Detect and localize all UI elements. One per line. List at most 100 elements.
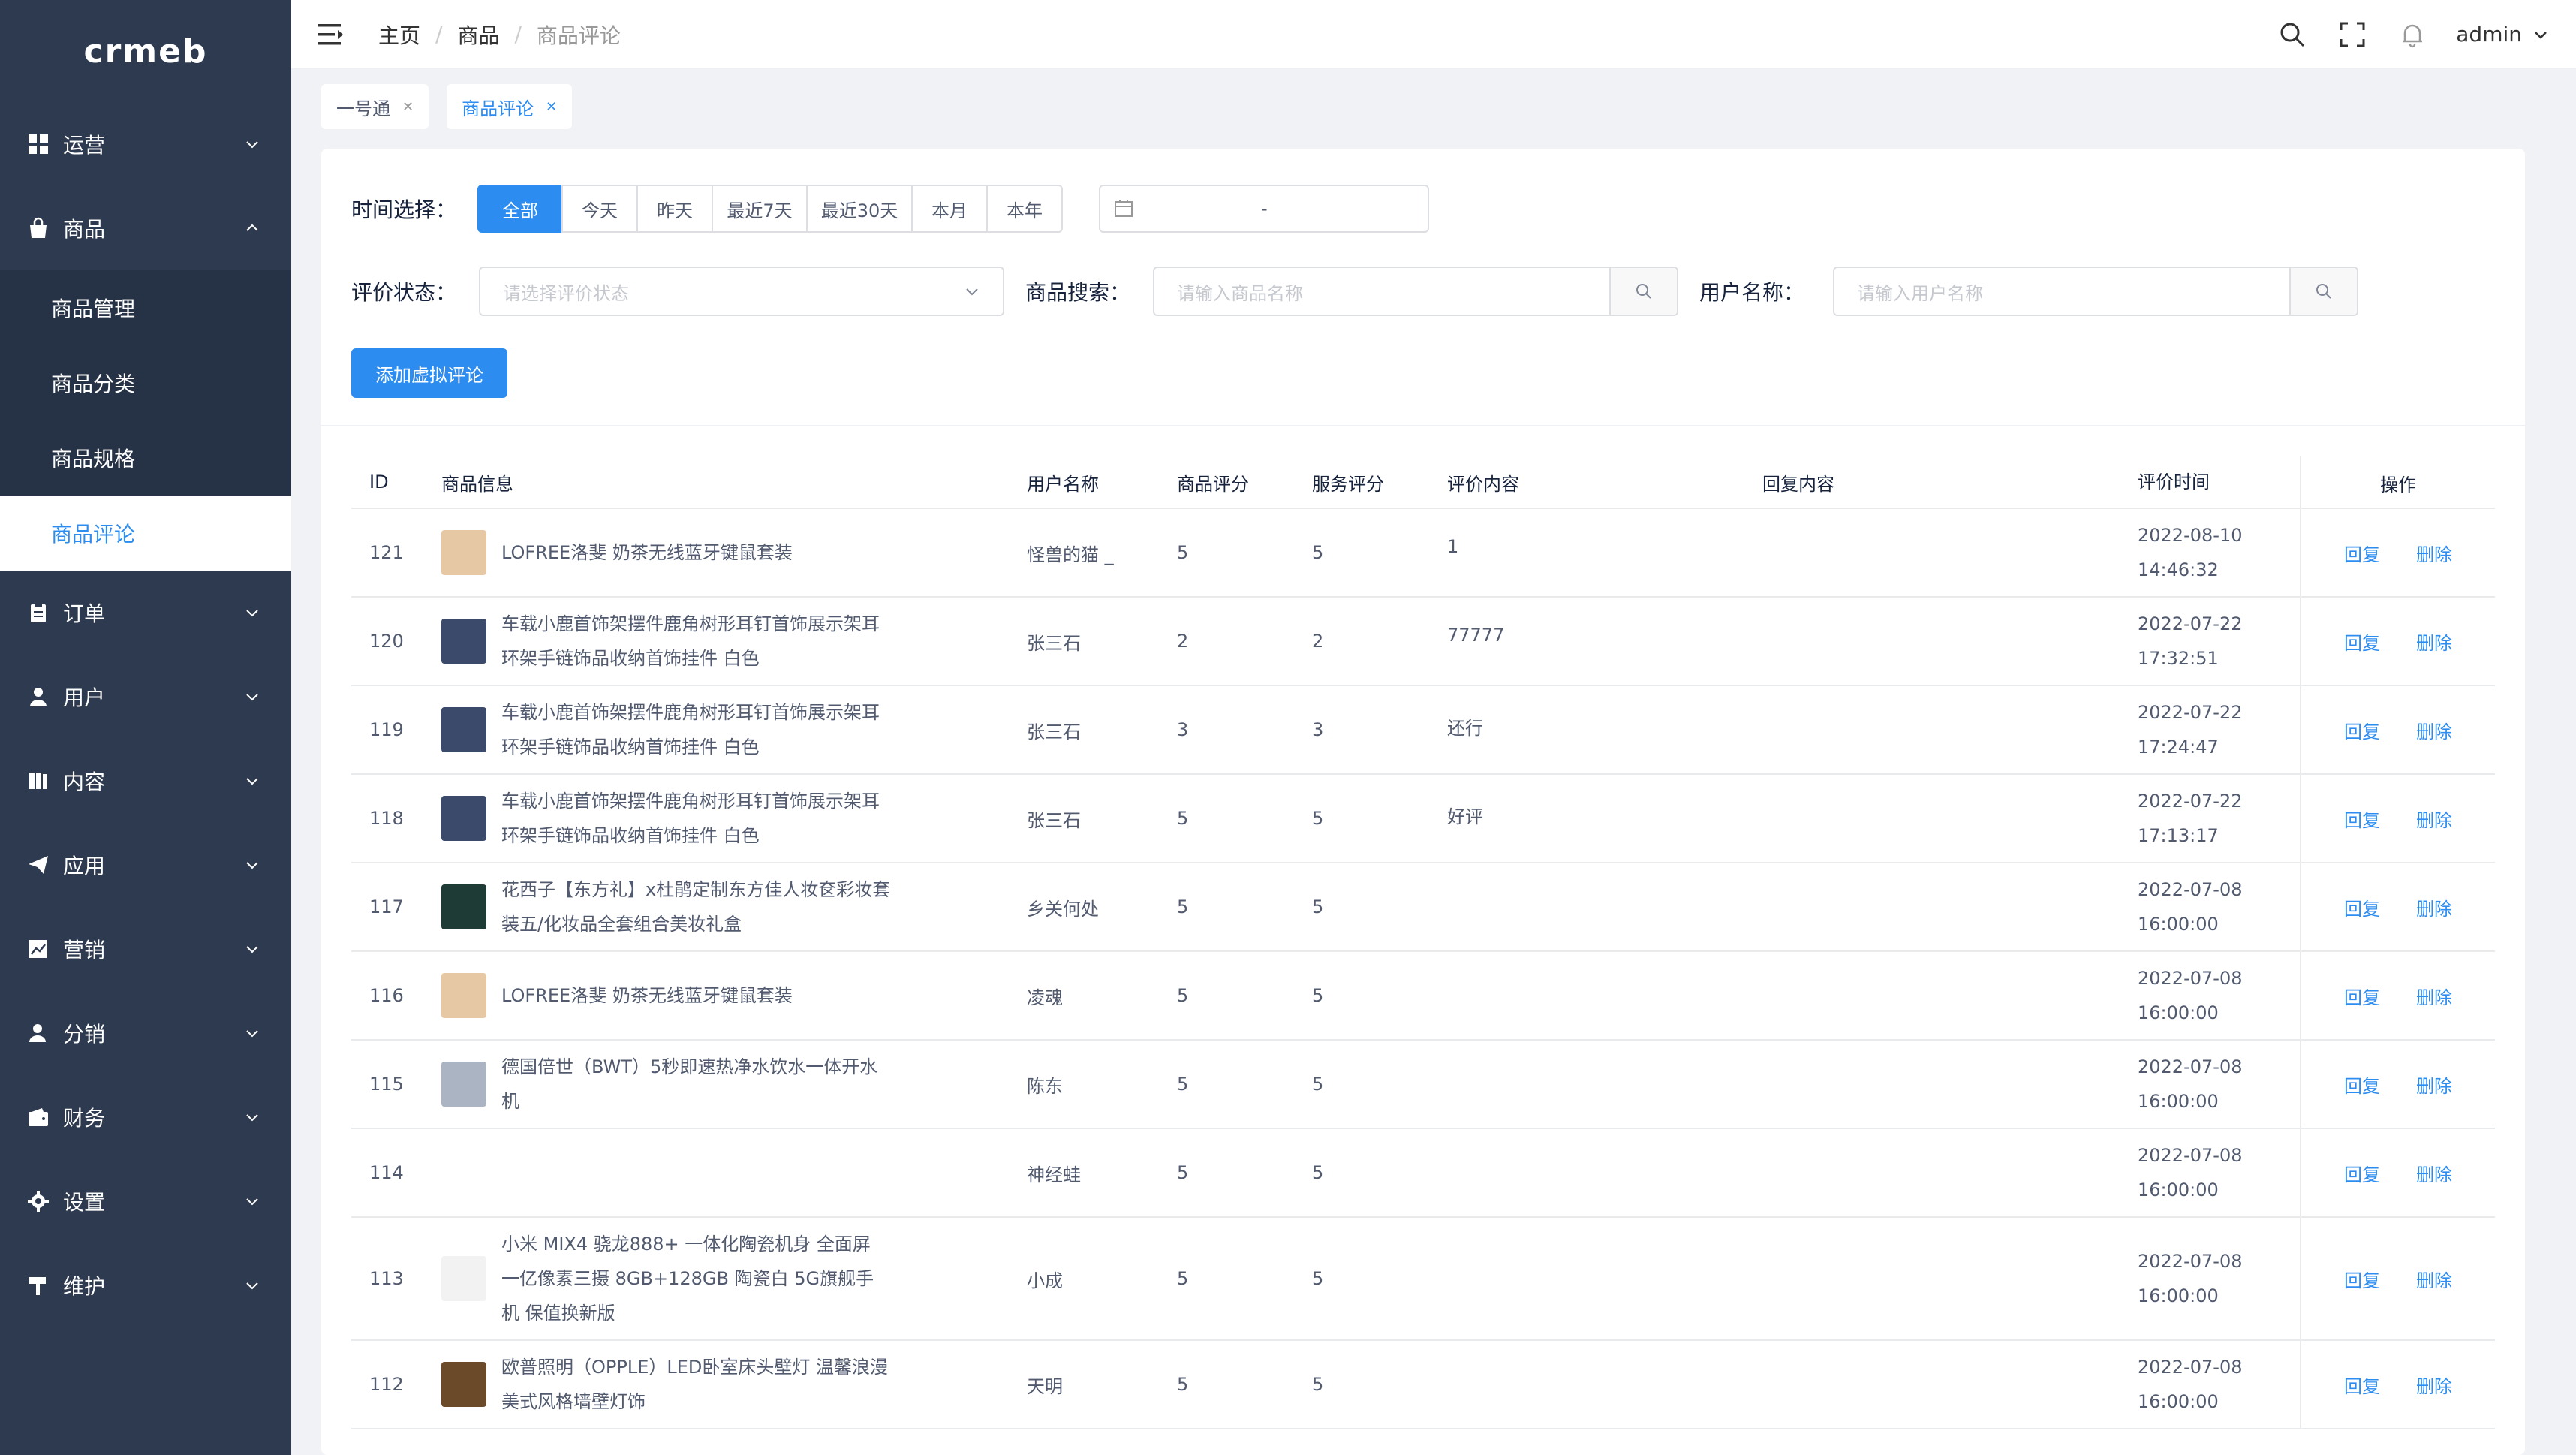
sidebar-menu: 运营 商品 商品管理 商品分类 商品规格 商品评论 订单 用户 内容 应用 营销分销财务设置维护: [0, 102, 291, 1327]
sidebar-item[interactable]: 内容: [0, 739, 291, 823]
time-radio-group: 全部 今天 昨天 最近7天 最近30天 本月 本年: [477, 185, 1064, 233]
table-row: 120 车载小鹿首饰架摆件鹿角树形耳钉首饰展示架耳环架手链饰品收纳首饰挂件 白色 张…: [351, 598, 2495, 686]
time-option[interactable]: 本年: [986, 185, 1064, 233]
sidebar-item[interactable]: 营销: [0, 907, 291, 991]
user-menu[interactable]: admin: [2456, 22, 2549, 47]
grid-icon: [29, 134, 48, 154]
reply-button[interactable]: 回复: [2344, 628, 2380, 655]
sidebar-item[interactable]: 商品: [0, 186, 291, 270]
product-search-input[interactable]: 请输入商品名称: [1153, 267, 1679, 316]
product-thumbnail[interactable]: [441, 1062, 486, 1107]
username-search-button[interactable]: [2289, 268, 2358, 315]
product-name: LOFREE洛斐 奶茶无线蓝牙键鼠套装: [501, 985, 793, 1006]
reply-button[interactable]: 回复: [2344, 983, 2380, 1009]
sidebar-item-label: 分销: [63, 1022, 106, 1047]
product-search-button[interactable]: [1609, 268, 1678, 315]
username-placeholder: 请输入用户名称: [1857, 282, 1984, 304]
time-option[interactable]: 昨天: [636, 185, 714, 233]
sidebar-item[interactable]: 订单: [0, 571, 291, 655]
delete-button[interactable]: 删除: [2416, 1372, 2452, 1398]
bell-icon[interactable]: [2399, 21, 2426, 48]
breadcrumb-product[interactable]: 商品: [457, 20, 499, 50]
username-search-input[interactable]: 请输入用户名称: [1833, 267, 2359, 316]
sidebar-item[interactable]: 维护: [0, 1243, 291, 1327]
reply-button[interactable]: 回复: [2344, 806, 2380, 832]
table-row: 113 小米 MIX4 骁龙888+ 一体化陶瓷机身 全面屏 一亿像素三摄 8GB…: [351, 1218, 2495, 1341]
tag-yihaotong[interactable]: 一号通 ✕: [321, 84, 429, 129]
add-virtual-comment-button[interactable]: 添加虚拟评论: [351, 348, 507, 398]
cell-user: 怪兽的猫 _: [1027, 544, 1114, 565]
search-icon[interactable]: [2279, 21, 2306, 48]
product-thumbnail[interactable]: [441, 796, 486, 841]
cell-user: 张三石: [1027, 721, 1081, 743]
cell-product-score: 5: [1177, 542, 1189, 563]
chevron-down-icon: [246, 610, 258, 617]
col-header-time: 评价时间: [2138, 471, 2210, 493]
cell-time: 2022-07-22 17:32:51: [2138, 613, 2243, 669]
reply-button[interactable]: 回复: [2344, 717, 2380, 743]
col-header-product-score: 商品评分: [1177, 473, 1249, 495]
delete-button[interactable]: 删除: [2416, 894, 2452, 920]
fullscreen-icon[interactable]: [2339, 21, 2366, 48]
time-option[interactable]: 最近7天: [712, 185, 808, 233]
product-thumbnail[interactable]: [441, 619, 486, 664]
sidebar-item[interactable]: 用户: [0, 655, 291, 739]
time-option[interactable]: 最近30天: [806, 185, 913, 233]
delete-button[interactable]: 删除: [2416, 540, 2452, 566]
chevron-down-icon: [246, 778, 258, 785]
product-thumbnail[interactable]: [441, 707, 486, 752]
sidebar-item[interactable]: 设置: [0, 1159, 291, 1243]
delete-button[interactable]: 删除: [2416, 1071, 2452, 1098]
delete-button[interactable]: 删除: [2416, 1266, 2452, 1292]
delete-button[interactable]: 删除: [2416, 628, 2452, 655]
close-icon[interactable]: ✕: [546, 99, 557, 115]
sidebar-subitem[interactable]: 商品规格: [0, 420, 291, 496]
menu-collapse-icon[interactable]: [318, 23, 345, 47]
product-thumbnail[interactable]: [441, 884, 486, 929]
reply-button[interactable]: 回复: [2344, 894, 2380, 920]
reply-button[interactable]: 回复: [2344, 540, 2380, 566]
chevron-down-icon: [246, 1114, 258, 1122]
tag-product-comments[interactable]: 商品评论 ✕: [447, 84, 573, 129]
product-name: 德国倍世（BWT）5秒即速热净水饮水一体开水机: [501, 1056, 878, 1112]
col-header-content: 评价内容: [1447, 473, 1519, 495]
reply-button[interactable]: 回复: [2344, 1071, 2380, 1098]
date-range-picker[interactable]: -: [1099, 185, 1430, 233]
time-option[interactable]: 全部: [477, 185, 564, 233]
sidebar-subitem[interactable]: 商品评论: [0, 496, 291, 571]
sidebar-item[interactable]: 运营: [0, 102, 291, 186]
delete-button[interactable]: 删除: [2416, 806, 2452, 832]
cell-user: 张三石: [1027, 809, 1081, 831]
sidebar-item[interactable]: 财务: [0, 1075, 291, 1159]
sidebar-subitem[interactable]: 商品管理: [0, 270, 291, 345]
chevron-down-icon: [246, 141, 258, 149]
sidebar-item-label: 设置: [63, 1190, 106, 1215]
close-icon[interactable]: ✕: [402, 99, 414, 115]
time-option[interactable]: 本月: [911, 185, 989, 233]
product-thumbnail[interactable]: [441, 973, 486, 1018]
chevron-down-icon: [246, 1198, 258, 1206]
reply-button[interactable]: 回复: [2344, 1160, 2380, 1186]
reply-button[interactable]: 回复: [2344, 1266, 2380, 1292]
chevron-down-icon: [246, 946, 258, 953]
time-label: 时间选择：: [351, 197, 457, 222]
cell-time: 2022-08-10 14:46:32: [2138, 525, 2243, 580]
delete-button[interactable]: 删除: [2416, 717, 2452, 743]
delete-button[interactable]: 删除: [2416, 1160, 2452, 1186]
sidebar-item[interactable]: 应用: [0, 823, 291, 907]
delete-button[interactable]: 删除: [2416, 983, 2452, 1009]
breadcrumb-home[interactable]: 主页: [378, 20, 420, 50]
book-icon: [29, 773, 47, 789]
breadcrumb-current: 商品评论: [536, 23, 621, 48]
product-thumbnail[interactable]: [441, 530, 486, 575]
filter-form: 时间选择： 全部 今天 昨天 最近7天 最近30天 本月 本年 - 评价状态： 请选择评价状…: [321, 149, 2525, 426]
reply-button[interactable]: 回复: [2344, 1372, 2380, 1398]
product-thumbnail[interactable]: [441, 1362, 486, 1407]
product-thumbnail[interactable]: [441, 1256, 486, 1301]
table-row: 118 车载小鹿首饰架摆件鹿角树形耳钉首饰展示架耳环架手链饰品收纳首饰挂件 白色 张…: [351, 775, 2495, 863]
time-option[interactable]: 今天: [561, 185, 639, 233]
status-select[interactable]: 请选择评价状态: [479, 267, 1005, 316]
logo: crmeb: [83, 32, 208, 71]
sidebar-item[interactable]: 分销: [0, 991, 291, 1075]
sidebar-subitem[interactable]: 商品分类: [0, 345, 291, 420]
